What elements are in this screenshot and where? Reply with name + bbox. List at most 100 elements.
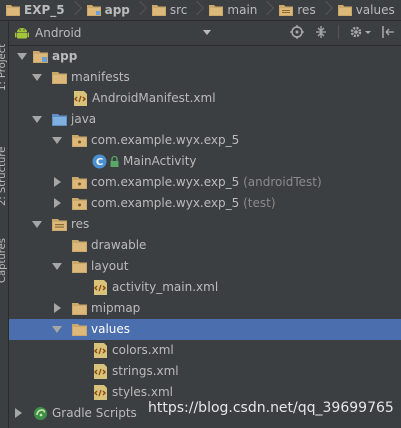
project-panel-header: Android (9, 21, 401, 46)
folder-icon (52, 72, 67, 84)
scroll-from-source-icon[interactable] (290, 25, 304, 39)
breadcrumb-app[interactable]: app (81, 0, 132, 20)
xml-file-icon (94, 280, 107, 295)
breadcrumb-src[interactable]: src (146, 0, 190, 20)
tree-row-activity-main[interactable]: activity_main.xml (9, 277, 401, 298)
class-icon: C (92, 154, 107, 169)
tree-row-app[interactable]: app (9, 46, 401, 67)
watermark-text: https://blog.csdn.net/qq_39699765 (148, 400, 394, 416)
tree-row-layout[interactable]: layout (9, 256, 401, 277)
tab-project[interactable]: 1: Project (0, 44, 8, 91)
tree-row-java[interactable]: java (9, 109, 401, 130)
package-icon (72, 177, 87, 189)
folder-icon (72, 261, 87, 273)
tree-row-package-test[interactable]: com.example.wyx.exp_5 (test) (9, 193, 401, 214)
xml-file-icon (94, 385, 107, 400)
breadcrumb-exp5[interactable]: EXP_5 (0, 0, 67, 20)
tree-row-package-main[interactable]: com.example.wyx.exp_5 (9, 130, 401, 151)
source-set-suffix: (androidTest) (243, 175, 322, 189)
expand-arrow-icon[interactable] (15, 408, 22, 418)
breadcrumb-label: src (169, 3, 188, 17)
source-folder-icon (52, 114, 67, 126)
tree-label: styles.xml (112, 385, 173, 399)
tree-label: MainActivity (123, 154, 197, 168)
tree-row-drawable[interactable]: drawable (9, 235, 401, 256)
breadcrumb-label: EXP_5 (24, 3, 65, 17)
xml-file-icon (94, 343, 107, 358)
expand-arrow-icon[interactable] (54, 198, 61, 208)
breadcrumb-res[interactable]: res (273, 0, 317, 20)
tree-row-mipmap[interactable]: mipmap (9, 298, 401, 319)
expand-arrow-icon[interactable] (52, 137, 62, 144)
tree-label: com.example.wyx.exp_5 (androidTest) (91, 175, 322, 190)
view-mode-label: Android (35, 26, 82, 40)
tree-row-mainactivity[interactable]: C MainActivity (9, 151, 401, 172)
folder-icon (209, 5, 224, 16)
package-icon (72, 198, 87, 210)
expand-arrow-icon[interactable] (32, 74, 42, 81)
expand-arrow-icon[interactable] (54, 177, 61, 187)
navigation-bar: EXP_5 app src main res values (0, 0, 401, 21)
expand-arrow-icon[interactable] (17, 53, 27, 60)
project-tool-window: EXP_5 app src main res values 1: Project (0, 0, 401, 428)
tab-structure[interactable]: 2: Structure (0, 147, 8, 206)
folder-icon (337, 5, 352, 16)
hide-panel-icon[interactable] (381, 25, 395, 39)
toolbar-divider (338, 25, 339, 39)
xml-file-icon (74, 91, 87, 106)
lock-icon (110, 155, 119, 167)
folder-icon (151, 5, 166, 16)
xml-file-icon (94, 364, 107, 379)
breadcrumb-separator (261, 0, 271, 20)
package-name: com.example.wyx.exp_5 (91, 196, 240, 210)
view-mode-selector[interactable]: Android (15, 23, 211, 43)
tree-label: strings.xml (112, 364, 179, 378)
tree-label: app (52, 49, 78, 63)
expand-arrow-icon[interactable] (32, 221, 42, 228)
breadcrumb-separator (320, 0, 330, 20)
expand-arrow-icon[interactable] (54, 303, 61, 313)
breadcrumb-separator (134, 0, 144, 20)
tree-row-res[interactable]: res (9, 214, 401, 235)
gear-icon[interactable] (349, 25, 371, 39)
tree-label: java (71, 112, 97, 126)
tab-captures[interactable]: Captures (0, 238, 8, 283)
expand-arrow-icon[interactable] (52, 263, 62, 270)
tree-row-package-androidtest[interactable]: com.example.wyx.exp_5 (androidTest) (9, 172, 401, 193)
tree-row-strings[interactable]: strings.xml (9, 361, 401, 382)
tree-row-colors[interactable]: colors.xml (9, 340, 401, 361)
android-icon (15, 28, 29, 39)
package-name: com.example.wyx.exp_5 (91, 175, 240, 189)
breadcrumb-separator (69, 0, 79, 20)
breadcrumb-values[interactable]: values (332, 0, 397, 20)
panel-toolbar (290, 25, 395, 39)
expand-arrow-icon[interactable] (52, 326, 62, 333)
expand-arrow-icon[interactable] (32, 116, 42, 123)
resource-folder-icon (279, 5, 294, 16)
chevron-down-icon (203, 30, 211, 35)
tree-label: AndroidManifest.xml (92, 91, 216, 105)
tree-label: mipmap (91, 301, 141, 315)
breadcrumb-main[interactable]: main (203, 0, 259, 20)
project-tree: app manifests AndroidManifest.xml java c… (9, 46, 401, 428)
collapse-all-icon[interactable] (314, 25, 328, 39)
module-folder-icon (33, 51, 48, 63)
tree-row-values[interactable]: values (9, 319, 401, 340)
breadcrumb-label: values (355, 3, 395, 17)
tree-label: layout (91, 259, 129, 273)
tree-label: drawable (91, 238, 147, 252)
tree-row-manifests[interactable]: manifests (9, 67, 401, 88)
tree-label: Gradle Scripts (52, 406, 137, 420)
tree-label: res (71, 217, 90, 231)
tree-row-androidmanifest[interactable]: AndroidManifest.xml (9, 88, 401, 109)
breadcrumb-separator (191, 0, 201, 20)
breadcrumb-label: app (104, 3, 130, 17)
module-folder-icon (86, 5, 101, 16)
folder-icon (72, 240, 87, 252)
resource-folder-icon (52, 219, 67, 231)
tree-label: com.example.wyx.exp_5 (test) (91, 196, 276, 211)
folder-icon (72, 303, 87, 315)
breadcrumb-label: res (297, 3, 316, 17)
tree-label: activity_main.xml (112, 280, 219, 294)
tree-label: com.example.wyx.exp_5 (91, 133, 240, 147)
